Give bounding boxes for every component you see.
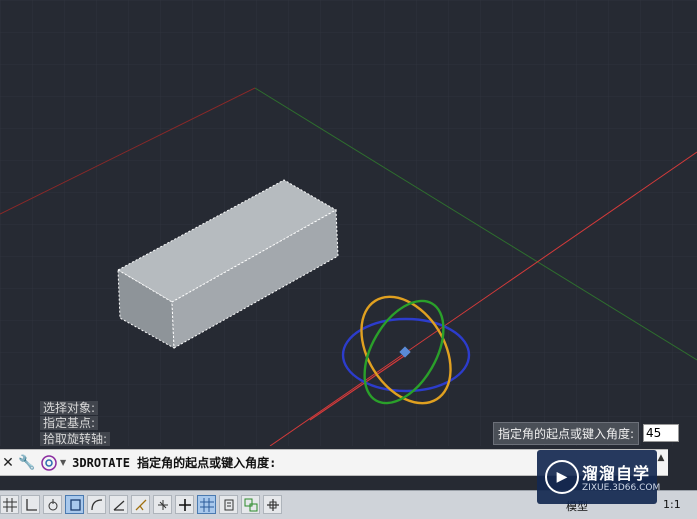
infer-icon[interactable] — [43, 495, 62, 514]
polar-icon[interactable] — [87, 495, 106, 514]
grid-background — [0, 0, 697, 446]
snap-icon[interactable] — [21, 495, 40, 514]
selection-cycling-icon[interactable] — [241, 495, 260, 514]
ortho-icon[interactable] — [65, 495, 84, 514]
play-logo-icon: ▶ — [545, 460, 579, 494]
annotation-scale[interactable]: 1:1 — [663, 498, 681, 511]
ducs-icon[interactable] — [153, 495, 172, 514]
wrench-icon[interactable]: 🔧 — [16, 455, 38, 471]
chevron-down-icon[interactable]: ▼ — [60, 458, 66, 467]
close-icon[interactable]: ✕ — [0, 455, 16, 471]
dynamic-input-label: 指定角的起点或键入角度: — [493, 421, 640, 445]
grid-icon[interactable] — [0, 495, 19, 514]
command-icon[interactable] — [38, 452, 60, 474]
model-space-canvas[interactable] — [0, 0, 697, 446]
transparency-icon[interactable] — [219, 495, 238, 514]
lineweight-icon[interactable] — [197, 495, 216, 514]
dyn-icon[interactable] — [175, 495, 194, 514]
watermark-title: 溜溜自学 — [582, 464, 651, 483]
history-line-3: 拾取旋转轴: — [40, 432, 111, 446]
watermark: ▶ 溜溜自学 ZIXUE.3D66.COM — [537, 450, 661, 504]
history-line-2: 指定基点: — [40, 416, 99, 430]
angle-input[interactable]: 45 — [643, 424, 680, 442]
osnap-icon[interactable] — [109, 495, 128, 514]
dynamic-input-tooltip: 指定角的起点或键入角度: 45 — [493, 421, 680, 445]
command-text[interactable]: 3DROTATE 指定角的起点或键入角度: — [72, 454, 276, 471]
watermark-subtitle: ZIXUE.3D66.COM — [582, 483, 661, 493]
drawing-viewport[interactable]: 选择对象: 指定基点: 拾取旋转轴: 指定角的起点或键入角度: 45 — [0, 0, 697, 446]
history-line-1: 选择对象: — [40, 401, 99, 415]
scroll-up-icon[interactable]: ▲ — [656, 453, 666, 471]
otrack-icon[interactable] — [131, 495, 150, 514]
3dosnap-icon[interactable] — [263, 495, 282, 514]
